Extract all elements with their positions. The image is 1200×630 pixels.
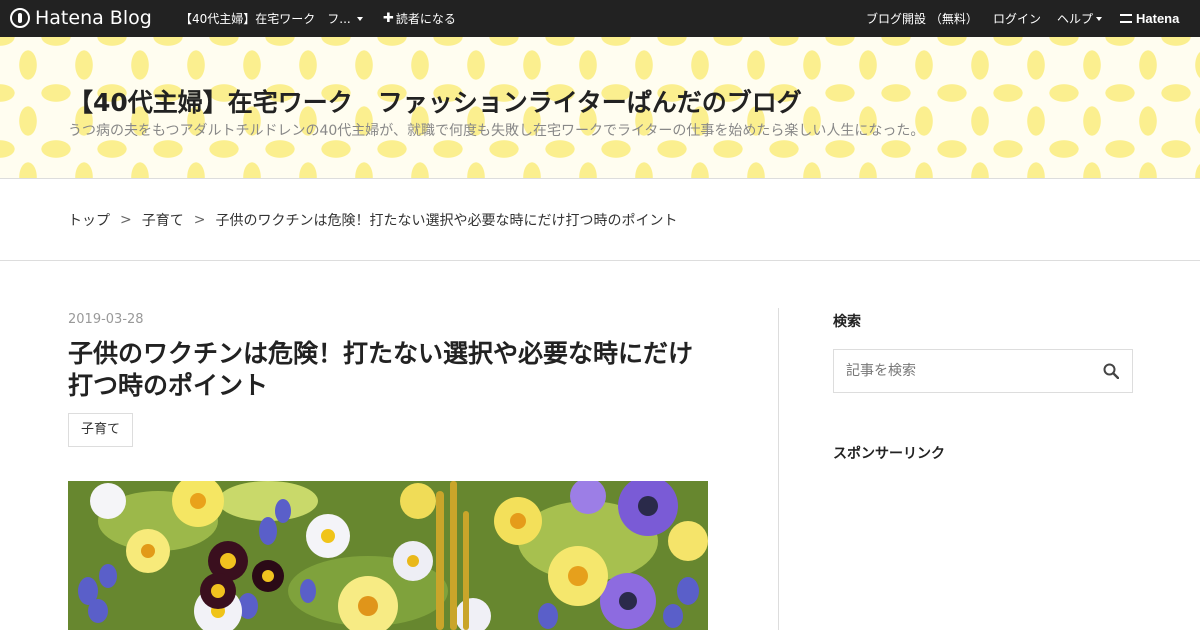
subscribe-label: 読者になる xyxy=(395,12,456,26)
blog-title[interactable]: 【40代主婦】在宅ワーク ファッションライターぱんだのブログ xyxy=(68,83,802,119)
header-divider xyxy=(0,178,1200,179)
flower-illustration xyxy=(68,481,708,630)
caret-down-icon xyxy=(1096,16,1103,21)
article-date[interactable]: 2019-03-28 xyxy=(68,312,144,327)
breadcrumb-item-current: 子供のワクチンは危険！打たない選択や必要な時にだけ打つ時のポイント xyxy=(215,213,678,229)
help-label: ヘルプ xyxy=(1057,12,1094,26)
breadcrumb: トップ > 子育て > 子供のワクチンは危険！打たない選択や必要な時にだけ打つ時… xyxy=(68,210,677,230)
hatena-label: Hatena xyxy=(1136,11,1180,26)
breadcrumb-item-top[interactable]: トップ xyxy=(68,210,110,230)
hatena-blog-logo-icon xyxy=(10,8,30,28)
blog-menu-label: 【40代主婦】在宅ワーク フ... xyxy=(180,12,351,26)
login-link[interactable]: ログイン xyxy=(993,0,1041,37)
blog-description: うつ病の夫をもつアダルトチルドレンの40代主婦が、就職で何度も失敗し在宅ワークで… xyxy=(68,123,925,139)
plus-icon: ✚ xyxy=(383,11,394,26)
blog-header: 【40代主婦】在宅ワーク ファッションライターぱんだのブログ うつ病の夫をもつア… xyxy=(0,37,1200,179)
breadcrumb-divider xyxy=(0,260,1200,261)
hatena-blog-logo[interactable]: Hatena Blog xyxy=(10,6,152,30)
search-input[interactable] xyxy=(834,350,1089,392)
hatena-link[interactable]: Hatena xyxy=(1120,0,1179,37)
top-navbar: Hatena Blog 【40代主婦】在宅ワーク フ... ✚ 読者になる ブロ… xyxy=(0,0,1200,37)
article-title[interactable]: 子供のワクチンは危険！打たない選択や必要な時にだけ打つ時のポイント xyxy=(68,338,713,402)
breadcrumb-item-category[interactable]: 子育て xyxy=(142,210,184,230)
search-heading: 検索 xyxy=(833,314,861,330)
sponsor-heading: スポンサーリンク xyxy=(833,446,945,462)
login-label: ログイン xyxy=(993,12,1042,26)
search-icon xyxy=(1103,363,1119,379)
breadcrumb-separator: > xyxy=(120,212,132,228)
hatena-mark-icon xyxy=(1120,14,1132,23)
search-button[interactable] xyxy=(1100,360,1122,382)
blog-menu-dropdown[interactable]: 【40代主婦】在宅ワーク フ... xyxy=(180,0,363,37)
caret-down-icon xyxy=(356,16,363,21)
category-tag[interactable]: 子育て xyxy=(68,413,134,447)
breadcrumb-separator: > xyxy=(193,212,206,228)
search-form xyxy=(833,349,1133,393)
create-blog-link[interactable]: ブログ開設 （無料） xyxy=(866,0,978,37)
hatena-blog-brand-text: Hatena Blog xyxy=(35,7,152,29)
help-dropdown[interactable]: ヘルプ xyxy=(1057,0,1103,37)
content-sidebar-divider xyxy=(778,308,779,630)
eyecatch-flower-image xyxy=(68,481,708,630)
subscribe-button[interactable]: ✚ 読者になる xyxy=(383,0,456,37)
create-blog-label: ブログ開設 （無料） xyxy=(866,12,978,26)
